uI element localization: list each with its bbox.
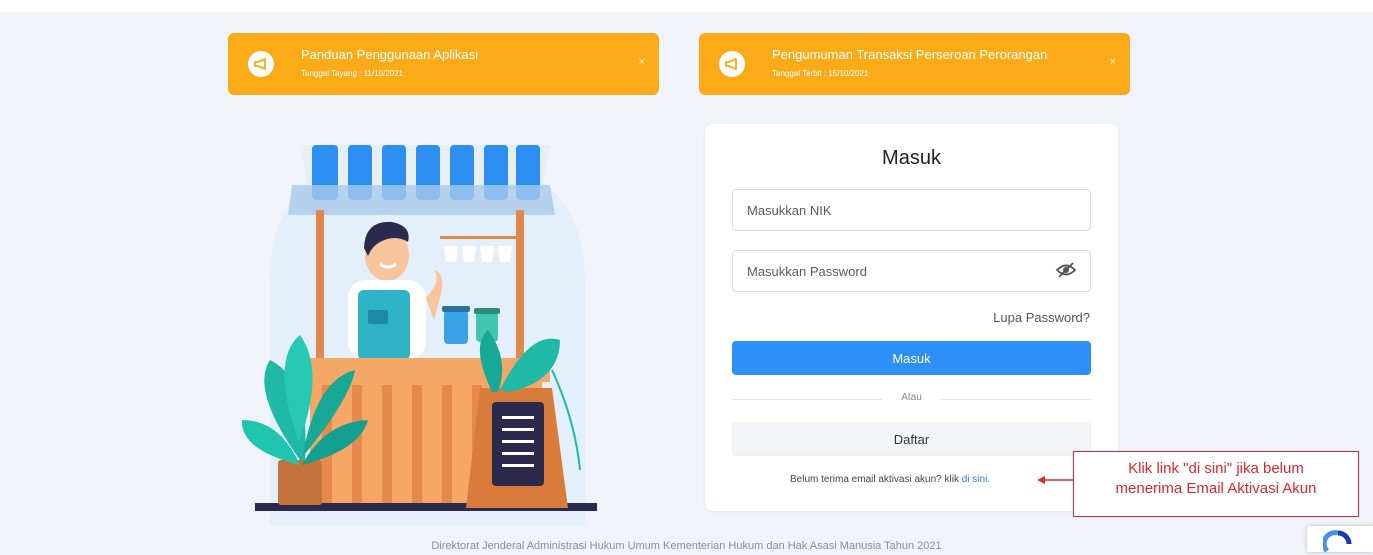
nik-input[interactable] [732,189,1091,231]
eye-slash-icon[interactable] [1055,261,1077,279]
login-title: Masuk [882,147,941,169]
close-icon[interactable]: × [1110,55,1116,69]
megaphone-icon [719,51,745,77]
shop-stall-illustration [241,145,597,525]
announcement-banner-transaction[interactable]: Pengumuman Transaksi Perseroan Peroranga… [699,33,1130,95]
annotation-line-2: menerima Email Aktivasi Akun [1115,480,1317,497]
activation-text: Belum terima email aktivasi akun? klik [790,474,959,485]
forgot-password-link[interactable]: Lupa Password? [993,310,1090,325]
activation-notice: Belum terima email aktivasi akun? klik d… [790,474,990,485]
divider-label: Atau [901,392,922,403]
recaptcha-icon [1323,530,1352,553]
register-button[interactable]: Daftar [732,422,1091,456]
banner-title: Panduan Penggunaan Aplikasi [301,47,479,62]
announcement-banner-guide[interactable]: Panduan Penggunaan Aplikasi Tanggal Taya… [228,33,659,95]
password-input[interactable] [732,250,1091,292]
divider-line-right [941,399,1091,400]
login-button[interactable]: Masuk [732,341,1091,375]
banner-date: Tanggal Terbit : 15/10/2021 [772,69,869,78]
banner-title: Pengumuman Transaksi Perseroan Peroranga… [772,47,1048,62]
annotation-callout: Klik link "di sini" jika belum menerima … [1073,451,1359,517]
recaptcha-badge[interactable] [1307,526,1373,553]
close-icon[interactable]: × [639,55,645,69]
megaphone-icon [248,51,274,77]
top-strip [0,0,1373,12]
arrow-left-icon [1037,476,1075,484]
divider-line-left [732,399,882,400]
banner-date: Tanggal Tayang : 11/10/2021 [301,69,404,78]
activation-link[interactable]: di sini. [962,474,990,485]
annotation-line-1: Klik link "di sini" jika belum [1128,460,1304,477]
footer-text: Direktorat Jenderal Administrasi Hukum U… [431,540,942,552]
